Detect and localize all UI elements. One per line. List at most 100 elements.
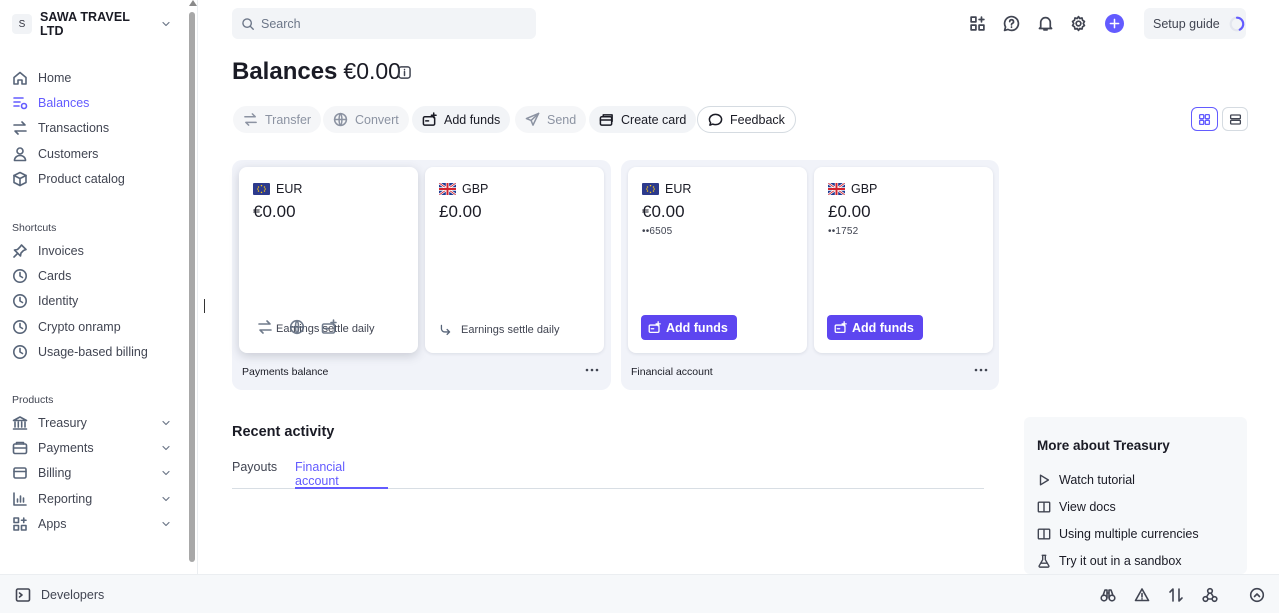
sidebar-item-billing[interactable]: Billing bbox=[12, 461, 172, 486]
convert-button[interactable]: Convert bbox=[323, 106, 409, 133]
sidebar-item-invoices[interactable]: Invoices bbox=[12, 238, 172, 263]
add-funds-button[interactable]: Add funds bbox=[827, 315, 923, 340]
sidebar-item-customers[interactable]: Customers bbox=[12, 141, 172, 166]
warning-icon[interactable] bbox=[1134, 587, 1150, 603]
billing-icon bbox=[13, 467, 27, 480]
sidebar-item-transactions[interactable]: Transactions bbox=[12, 116, 172, 141]
chevron-down-icon bbox=[162, 445, 170, 451]
more-dots-icon bbox=[974, 368, 988, 372]
globe-icon[interactable] bbox=[289, 319, 305, 335]
list-view-toggle[interactable] bbox=[1222, 107, 1248, 131]
reporting-icon bbox=[13, 492, 27, 506]
search-input[interactable] bbox=[261, 16, 521, 31]
binoculars-icon[interactable] bbox=[1100, 587, 1116, 603]
balance-amount: €0.00 bbox=[642, 202, 685, 221]
search-bar[interactable] bbox=[232, 8, 536, 39]
developers-button[interactable]: Developers bbox=[15, 587, 104, 603]
balances-icon bbox=[13, 97, 28, 110]
sidebar-item-identity[interactable]: Identity bbox=[12, 289, 172, 314]
add-funds-button[interactable]: Add funds bbox=[412, 106, 511, 133]
help-icon[interactable] bbox=[1003, 15, 1020, 32]
send-button[interactable]: Send bbox=[515, 106, 587, 133]
sidebar-item-cards[interactable]: Cards bbox=[12, 263, 172, 288]
card-icon bbox=[599, 114, 613, 126]
add-funds-icon[interactable] bbox=[321, 319, 337, 335]
transfer-icon[interactable] bbox=[257, 319, 273, 335]
create-card-button[interactable]: Create card bbox=[589, 106, 697, 133]
setup-guide-button[interactable]: Setup guide bbox=[1144, 8, 1246, 39]
sidebar-item-treasury[interactable]: Treasury bbox=[12, 410, 172, 435]
info-icon[interactable] bbox=[398, 66, 411, 79]
sidebar-item-home[interactable]: Home bbox=[12, 65, 172, 90]
curved-arrow-icon bbox=[440, 324, 451, 336]
shortcuts-label: Shortcuts bbox=[12, 222, 57, 234]
page-title: Balances €0.00 bbox=[232, 58, 401, 86]
financial-account-card-eur[interactable]: EUR €0.00 ••6505 Add funds bbox=[628, 167, 807, 353]
sidebar-item-crypto-onramp[interactable]: Crypto onramp bbox=[12, 314, 172, 339]
financial-account-more-button[interactable] bbox=[971, 360, 991, 380]
globe-icon bbox=[333, 112, 348, 127]
financial-account-card-gbp[interactable]: GBP £0.00 ••1752 Add funds bbox=[814, 167, 993, 353]
page-title-text: Balances bbox=[232, 58, 338, 85]
currency-label: EUR bbox=[642, 182, 691, 196]
scroll-up-arrow-icon[interactable] bbox=[189, 0, 197, 6]
terminal-icon bbox=[15, 588, 31, 602]
financial-account-group: EUR €0.00 ••6505 Add funds GBP £0.00 ••1… bbox=[621, 160, 999, 390]
uk-flag-icon bbox=[439, 183, 456, 195]
currency-label: EUR bbox=[253, 182, 302, 196]
payments-balance-card-gbp[interactable]: GBP £0.00 Earnings settle daily bbox=[425, 167, 604, 353]
sidebar-item-usage-based-billing[interactable]: Usage-based billing bbox=[12, 340, 172, 365]
watch-tutorial-link[interactable]: Watch tutorial bbox=[1037, 473, 1135, 487]
play-icon bbox=[1039, 474, 1050, 486]
payments-balance-more-button[interactable] bbox=[582, 360, 602, 380]
payments-balance-group: EUR €0.00 Earnings settle daily GBP £0.0… bbox=[232, 160, 611, 390]
add-funds-button[interactable]: Add funds bbox=[641, 315, 737, 340]
transfer-icon bbox=[244, 113, 257, 126]
gear-icon[interactable] bbox=[1070, 15, 1087, 32]
view-docs-link[interactable]: View docs bbox=[1037, 500, 1116, 514]
clock-icon bbox=[13, 269, 27, 284]
products-label: Products bbox=[12, 394, 54, 406]
add-funds-icon bbox=[422, 112, 437, 126]
list-icon bbox=[1229, 113, 1241, 125]
book-icon bbox=[1037, 528, 1051, 540]
sidebar-item-balances[interactable]: Balances bbox=[12, 90, 172, 115]
speech-bubble-icon bbox=[708, 113, 723, 126]
chevron-up-circle-icon[interactable] bbox=[1249, 587, 1265, 603]
create-new-button[interactable] bbox=[1105, 14, 1124, 33]
tab-financial-account[interactable]: Financial account bbox=[295, 460, 388, 489]
apps-icon bbox=[13, 517, 27, 532]
payments-icon bbox=[12, 441, 28, 455]
grid-view-toggle[interactable] bbox=[1191, 107, 1218, 131]
sidebar-item-product-catalog[interactable]: Product catalog bbox=[12, 167, 172, 192]
clock-icon bbox=[13, 345, 27, 360]
sidebar-scrollbar[interactable] bbox=[187, 0, 198, 574]
webhooks-icon[interactable] bbox=[1202, 587, 1218, 603]
developers-label: Developers bbox=[41, 588, 105, 602]
sort-arrows-icon[interactable] bbox=[1168, 587, 1184, 603]
sidebar-item-apps[interactable]: Apps bbox=[12, 512, 172, 537]
sidebar-item-reporting[interactable]: Reporting bbox=[12, 486, 172, 511]
sidebar-item-payments[interactable]: Payments bbox=[12, 435, 172, 460]
clock-icon bbox=[13, 294, 27, 309]
sandbox-link[interactable]: Try it out in a sandbox bbox=[1037, 554, 1182, 568]
more-dots-icon bbox=[585, 368, 599, 372]
account-avatar: S bbox=[12, 14, 32, 34]
flask-icon bbox=[1038, 554, 1050, 568]
feedback-button[interactable]: Feedback bbox=[697, 106, 796, 133]
bell-icon[interactable] bbox=[1037, 15, 1054, 32]
text-cursor bbox=[204, 299, 205, 313]
total-balance: €0.00 bbox=[343, 58, 401, 84]
currency-label: GBP bbox=[828, 182, 877, 196]
add-funds-icon bbox=[648, 321, 661, 334]
account-switcher[interactable]: S SAWA TRAVEL LTD bbox=[12, 10, 172, 38]
tab-payouts[interactable]: Payouts bbox=[232, 460, 277, 489]
scrollbar-thumb[interactable] bbox=[189, 12, 195, 562]
more-about-treasury-title: More about Treasury bbox=[1037, 438, 1170, 453]
transfer-button[interactable]: Transfer bbox=[233, 106, 322, 133]
apps-grid-icon[interactable] bbox=[969, 15, 986, 32]
payments-balance-card-eur[interactable]: EUR €0.00 Earnings settle daily bbox=[239, 167, 418, 353]
recent-activity-tabs: Payouts Financial account bbox=[232, 460, 984, 489]
products-nav: Treasury Payments Billing Reporting Apps bbox=[12, 410, 172, 537]
multiple-currencies-link[interactable]: Using multiple currencies bbox=[1037, 527, 1199, 541]
